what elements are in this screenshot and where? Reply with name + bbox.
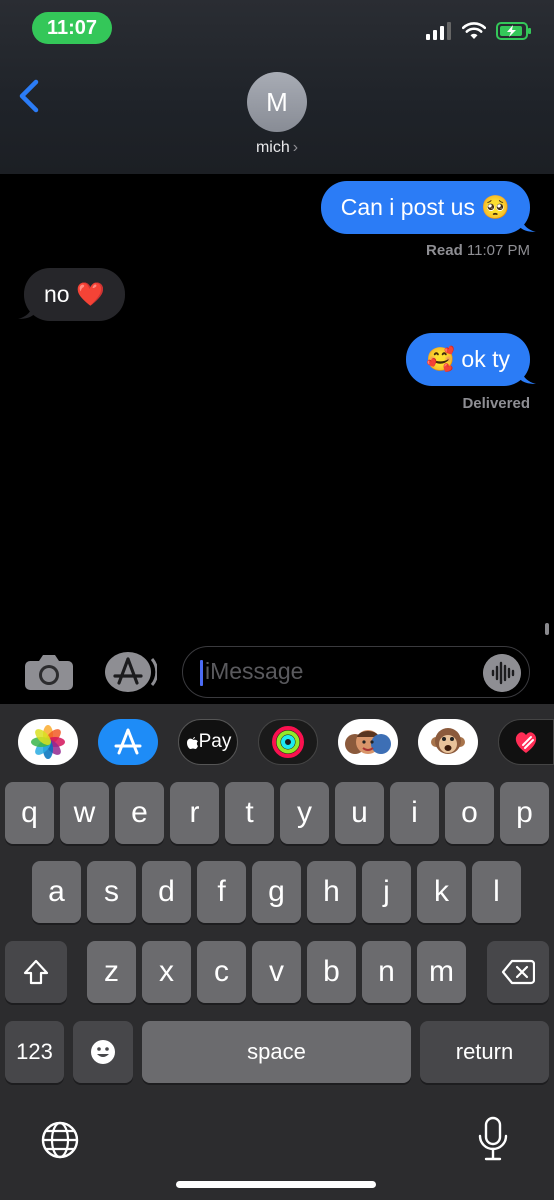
memoji-faces-icon (345, 730, 391, 754)
app-store-icon[interactable] (103, 651, 157, 693)
apple-pay-app-icon[interactable]: Pay (178, 719, 238, 765)
key-o[interactable]: o (445, 782, 494, 844)
home-indicator[interactable] (176, 1181, 376, 1188)
key-m[interactable]: m (417, 941, 466, 1003)
status-icons (426, 22, 532, 40)
shift-key[interactable] (5, 941, 67, 1003)
key-p[interactable]: p (500, 782, 549, 844)
audio-waveform-icon[interactable] (483, 654, 521, 692)
message-text: ok ty (461, 346, 510, 372)
message-placeholder: iMessage (205, 658, 304, 684)
back-chevron-icon[interactable] (14, 76, 44, 116)
monkey-face-icon (431, 728, 465, 754)
heart-stickers-app-icon[interactable] (498, 719, 554, 765)
key-q[interactable]: q (5, 782, 54, 844)
key-u[interactable]: u (335, 782, 384, 844)
message-bubble-outgoing[interactable]: 🥰 ok ty (406, 333, 530, 386)
apple-pay-label: Pay (198, 731, 232, 752)
read-label: Read (426, 242, 463, 259)
contact-name: mich (255, 139, 290, 156)
shift-icon (23, 959, 49, 985)
read-receipt: Read 11:07 PM (426, 242, 530, 259)
status-time: 11:07 (32, 12, 112, 44)
key-e[interactable]: e (115, 782, 164, 844)
key-f[interactable]: f (197, 861, 246, 923)
imessage-app-strip: Pay (0, 704, 554, 780)
key-a[interactable]: a (32, 861, 81, 923)
bubble-tail (520, 367, 536, 384)
return-key[interactable]: return (420, 1021, 549, 1083)
key-d[interactable]: d (142, 861, 191, 923)
space-key[interactable]: space (142, 1021, 411, 1083)
key-r[interactable]: r (170, 782, 219, 844)
cellular-signal-icon (426, 22, 451, 40)
fitness-app-icon[interactable] (258, 719, 318, 765)
smiling-face-with-hearts-emoji: 🥰 (426, 347, 456, 373)
key-x[interactable]: x (142, 941, 191, 1003)
chevron-right-icon: › (292, 139, 299, 156)
contact-avatar[interactable]: M (247, 72, 307, 132)
contact-name-button[interactable]: mich › (0, 139, 554, 157)
key-v[interactable]: v (252, 941, 301, 1003)
bubble-tail (520, 215, 536, 232)
animoji-app-icon[interactable] (418, 719, 478, 765)
battery-charging-icon (496, 22, 531, 40)
message-text: Can i post us (340, 194, 475, 220)
numbers-key[interactable]: 123 (5, 1021, 64, 1083)
key-g[interactable]: g (252, 861, 301, 923)
key-h[interactable]: h (307, 861, 356, 923)
key-t[interactable]: t (225, 782, 274, 844)
delete-key[interactable] (487, 941, 549, 1003)
apple-logo-icon (186, 737, 198, 749)
bubble-tail (18, 302, 34, 319)
scroll-indicator[interactable] (545, 623, 549, 635)
message-input[interactable]: iMessage (182, 646, 530, 698)
read-time: 11:07 PM (466, 242, 530, 259)
message-bubble-outgoing[interactable]: Can i post us 🥺 (320, 181, 530, 234)
key-y[interactable]: y (280, 782, 329, 844)
heart-sticker-icon (515, 732, 537, 753)
message-text: no (44, 281, 70, 307)
key-b[interactable]: b (307, 941, 356, 1003)
key-w[interactable]: w (60, 782, 109, 844)
key-l[interactable]: l (472, 861, 521, 923)
keyboard: Pay q w e r t y u i o p a s d f g h j k … (0, 704, 554, 1200)
app-store-app-icon[interactable] (98, 719, 158, 765)
pleading-face-emoji: 🥺 (481, 195, 510, 221)
red-heart-emoji: ❤️ (75, 282, 105, 308)
key-c[interactable]: c (197, 941, 246, 1003)
microphone-icon[interactable] (476, 1116, 510, 1162)
activity-rings-icon (272, 726, 304, 758)
key-j[interactable]: j (362, 861, 411, 923)
photos-app-icon[interactable] (18, 719, 78, 765)
wifi-icon (462, 22, 486, 39)
key-s[interactable]: s (87, 861, 136, 923)
delivered-receipt: Delivered (462, 395, 530, 412)
key-i[interactable]: i (390, 782, 439, 844)
key-n[interactable]: n (362, 941, 411, 1003)
emoji-icon (91, 1040, 115, 1064)
globe-icon[interactable] (40, 1120, 80, 1160)
key-z[interactable]: z (87, 941, 136, 1003)
text-cursor (200, 660, 203, 686)
app-store-a-icon (114, 728, 142, 755)
photos-flower-icon (31, 725, 65, 759)
emoji-key[interactable] (73, 1021, 133, 1083)
backspace-icon (501, 959, 535, 985)
conversation-header: 11:07 M mich › (0, 0, 554, 174)
message-bubble-incoming[interactable]: no ❤️ (24, 268, 125, 321)
key-k[interactable]: k (417, 861, 466, 923)
camera-icon[interactable] (24, 653, 74, 691)
memoji-stickers-app-icon[interactable] (338, 719, 398, 765)
avatar-initial: M (266, 86, 288, 117)
